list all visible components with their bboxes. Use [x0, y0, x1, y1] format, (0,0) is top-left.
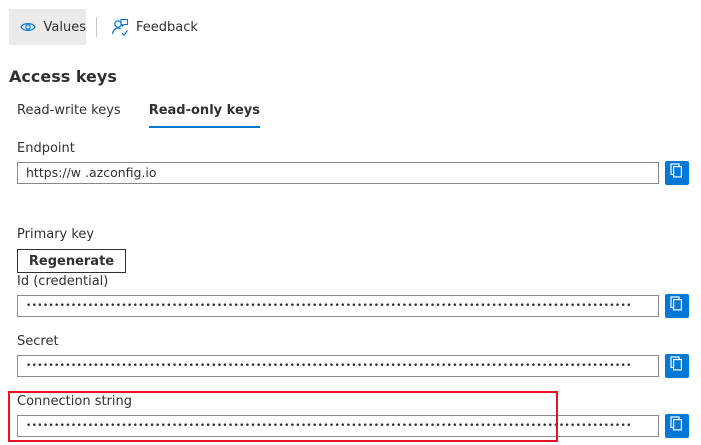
key-type-tabs: Read-write keys Read-only keys	[17, 100, 288, 128]
copy-endpoint-button[interactable]	[665, 161, 689, 185]
copy-icon	[670, 296, 684, 316]
copy-secret-button[interactable]	[665, 354, 689, 378]
id-credential-label: Id (credential)	[17, 274, 109, 289]
secret-label: Secret	[17, 334, 59, 349]
toolbar-divider	[96, 17, 97, 37]
secret-field[interactable]: ••••••••••••••••••••••••••••••••••••••••…	[17, 355, 659, 377]
copy-connection-string-button[interactable]	[665, 414, 689, 438]
id-credential-field[interactable]: ••••••••••••••••••••••••••••••••••••••••…	[17, 295, 659, 317]
values-button-label: Values	[43, 19, 86, 35]
feedback-button-label: Feedback	[136, 19, 198, 35]
copy-id-button[interactable]	[665, 294, 689, 318]
tab-read-write-keys[interactable]: Read-write keys	[17, 100, 121, 128]
connection-string-field[interactable]: ••••••••••••••••••••••••••••••••••••••••…	[17, 415, 659, 437]
connection-string-label: Connection string	[17, 394, 133, 409]
command-bar: Values Feedback	[0, 0, 701, 50]
tab-read-only-keys[interactable]: Read-only keys	[148, 100, 261, 128]
feedback-person-icon	[110, 17, 130, 37]
eye-icon	[18, 17, 38, 37]
endpoint-field[interactable]: https://w .azconfig.io	[17, 162, 659, 184]
values-button[interactable]: Values	[9, 9, 86, 45]
regenerate-button[interactable]: Regenerate	[17, 249, 126, 273]
primary-key-heading: Primary key	[17, 227, 95, 242]
endpoint-label: Endpoint	[17, 141, 75, 156]
page-title: Access keys	[9, 67, 117, 86]
copy-icon	[670, 356, 684, 376]
feedback-button[interactable]: Feedback	[110, 9, 198, 45]
copy-icon	[670, 416, 684, 436]
copy-icon	[670, 163, 684, 183]
